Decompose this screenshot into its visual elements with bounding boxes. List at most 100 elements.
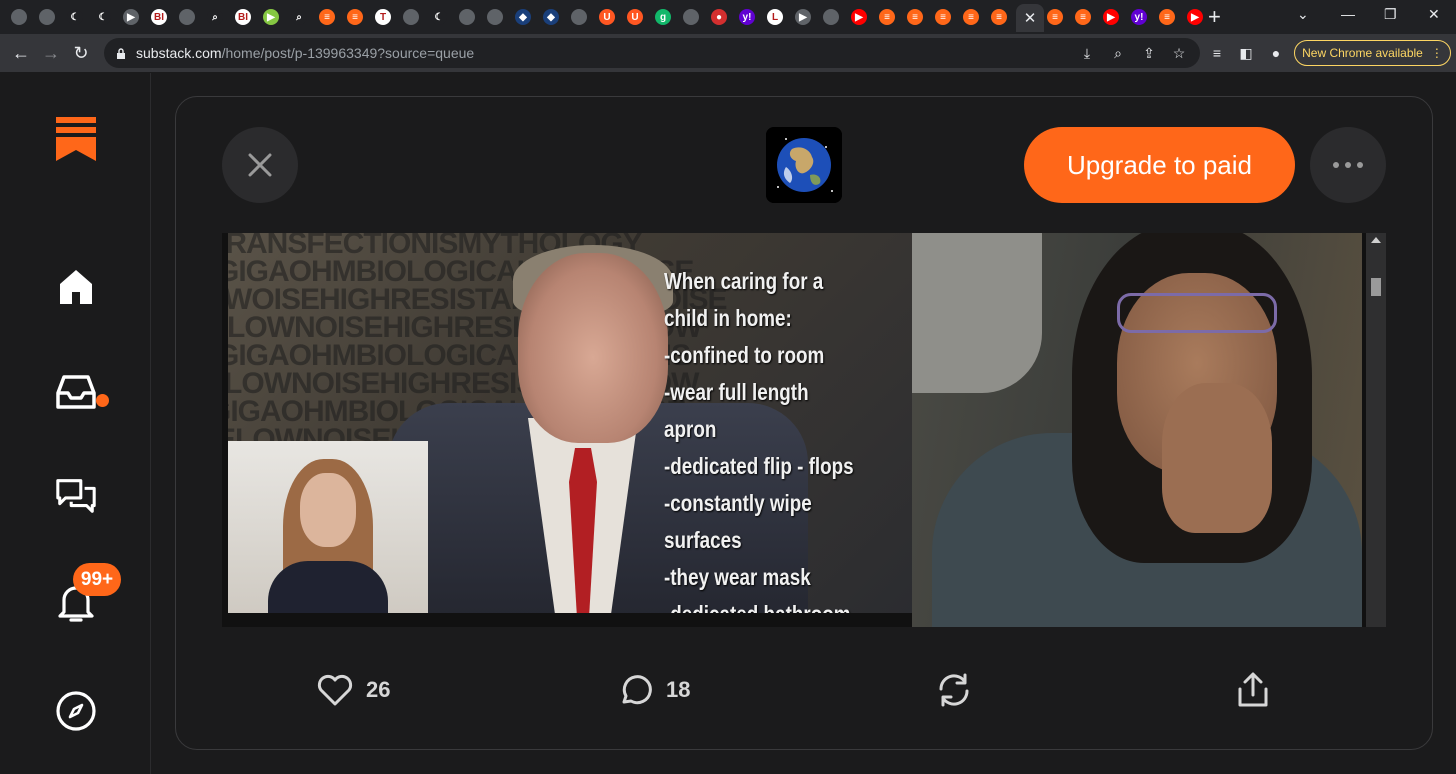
back-icon[interactable]: ← [8,40,34,66]
compass-icon[interactable] [54,689,98,733]
substack-icon: ≡ [907,9,923,25]
browser-tab[interactable]: ☾ [92,6,114,28]
update-chrome-button[interactable]: New Chrome available ⋮ [1294,40,1451,66]
caption-line: -dedicated flip - flops [664,453,854,479]
media-control-icon[interactable]: ≡ [1208,44,1226,62]
browser-tab[interactable]: L [764,6,786,28]
browser-tab[interactable]: BI [148,6,170,28]
browser-tab[interactable]: ◆ [512,6,534,28]
youtube-icon: ▶ [1103,9,1119,25]
browser-tab[interactable]: ≡ [316,6,338,28]
browser-tab[interactable]: ✕ [1016,4,1044,32]
browser-tab[interactable]: ◆ [540,6,562,28]
restore-icon[interactable]: ❐ [1384,6,1397,23]
browser-tab[interactable] [484,6,506,28]
browser-tab[interactable]: BI [232,6,254,28]
upgrade-to-paid-button[interactable]: Upgrade to paid [1024,127,1295,203]
substack-logo-icon[interactable] [54,117,98,161]
reload-icon[interactable]: ↻ [68,40,94,66]
browser-tab[interactable]: ☾ [428,6,450,28]
browser-toolbar: ← → ↻ substack.com/home/post/p-139963349… [0,34,1456,72]
bi-logo-icon: BI [151,9,167,25]
forward-icon[interactable]: → [38,40,64,66]
browser-tab[interactable]: ≡ [876,6,898,28]
browser-tab[interactable]: ⌕ [288,6,310,28]
browser-tab[interactable]: ≡ [1156,6,1178,28]
close-icon [248,153,272,177]
browser-tab[interactable]: ≡ [1072,6,1094,28]
comment-count: 18 [666,677,691,702]
home-icon[interactable] [54,264,98,308]
comment-button[interactable]: 18 [618,668,690,712]
bookmark-star-icon[interactable]: ☆ [1170,44,1188,62]
like-count: 26 [366,677,391,702]
browser-tab[interactable]: ≡ [904,6,926,28]
browser-tab[interactable]: ≡ [1044,6,1066,28]
moon-icon: ☾ [67,9,83,25]
tab-search-icon[interactable]: ⌄ [1297,6,1309,23]
window-close-icon[interactable]: ✕ [1428,6,1440,23]
search-icon: ⌕ [207,9,223,25]
caption-line: -dedicated bathroom [664,596,861,613]
cube-icon: ◆ [515,9,531,25]
substack-icon: ≡ [1047,9,1063,25]
browser-tab[interactable] [176,6,198,28]
browser-tab[interactable]: ▶ [1100,6,1122,28]
caption-line: -confined to room [664,342,825,368]
browser-tab[interactable] [820,6,842,28]
browser-tab[interactable]: ≡ [988,6,1010,28]
substack-icon: ≡ [991,9,1007,25]
close-post-button[interactable] [222,127,298,203]
inbox-icon[interactable] [54,369,98,413]
browser-tab[interactable]: ▶ [120,6,142,28]
browser-tab[interactable]: y! [1128,6,1150,28]
chat-icon[interactable] [54,474,98,518]
browser-tab[interactable]: ▶ [792,6,814,28]
profile-icon[interactable]: ● [1267,44,1285,62]
publication-logo[interactable] [766,127,842,203]
browser-tab[interactable]: ≡ [960,6,982,28]
browser-tab[interactable] [36,6,58,28]
browser-tab[interactable]: ● [708,6,730,28]
like-button[interactable]: 26 [316,668,390,712]
browser-tab[interactable]: ☾ [64,6,86,28]
scroll-up-icon[interactable] [1371,237,1381,243]
browser-tab[interactable] [456,6,478,28]
caption-line: When caring for a [664,268,824,294]
scroll-thumb[interactable] [1371,278,1381,296]
bi-logo-icon: BI [235,9,251,25]
image-scrollbar[interactable] [1366,233,1386,627]
browser-tab[interactable]: ▶ [260,6,282,28]
address-bar[interactable]: substack.com/home/post/p-139963349?sourc… [104,38,1200,68]
earth-icon [766,127,842,203]
share-icon[interactable]: ⇪ [1140,44,1158,62]
browser-tab[interactable]: U [596,6,618,28]
new-tab-button[interactable]: + [1208,4,1221,30]
install-app-icon[interactable]: ⤓ [1078,44,1096,62]
browser-tab[interactable] [568,6,590,28]
browser-tab[interactable]: y! [736,6,758,28]
more-options-button[interactable] [1310,127,1386,203]
browser-tab[interactable] [680,6,702,28]
browser-tab[interactable]: g [652,6,674,28]
browser-tab[interactable]: T [372,6,394,28]
play-icon: ▶ [123,9,139,25]
moon-icon: ☾ [95,9,111,25]
browser-tab[interactable] [8,6,30,28]
share-button[interactable] [1236,668,1270,712]
browser-tab[interactable]: ▶ [1184,6,1206,28]
restack-button[interactable] [935,668,973,712]
browser-tab[interactable]: ▶ [848,6,870,28]
browser-tab[interactable]: U [624,6,646,28]
browser-tab[interactable] [400,6,422,28]
browser-tab[interactable]: ≡ [344,6,366,28]
side-panel-icon[interactable]: ◧ [1237,44,1255,62]
cube-icon: ◆ [543,9,559,25]
browser-tab[interactable]: ⌕ [204,6,226,28]
kebab-menu-icon: ⋮ [1430,46,1443,60]
minimize-icon[interactable]: — [1341,6,1355,22]
zoom-icon[interactable]: ⌕ [1109,44,1127,62]
close-icon: ✕ [1023,10,1037,27]
browser-tab[interactable]: ≡ [932,6,954,28]
globe-icon [571,9,587,25]
